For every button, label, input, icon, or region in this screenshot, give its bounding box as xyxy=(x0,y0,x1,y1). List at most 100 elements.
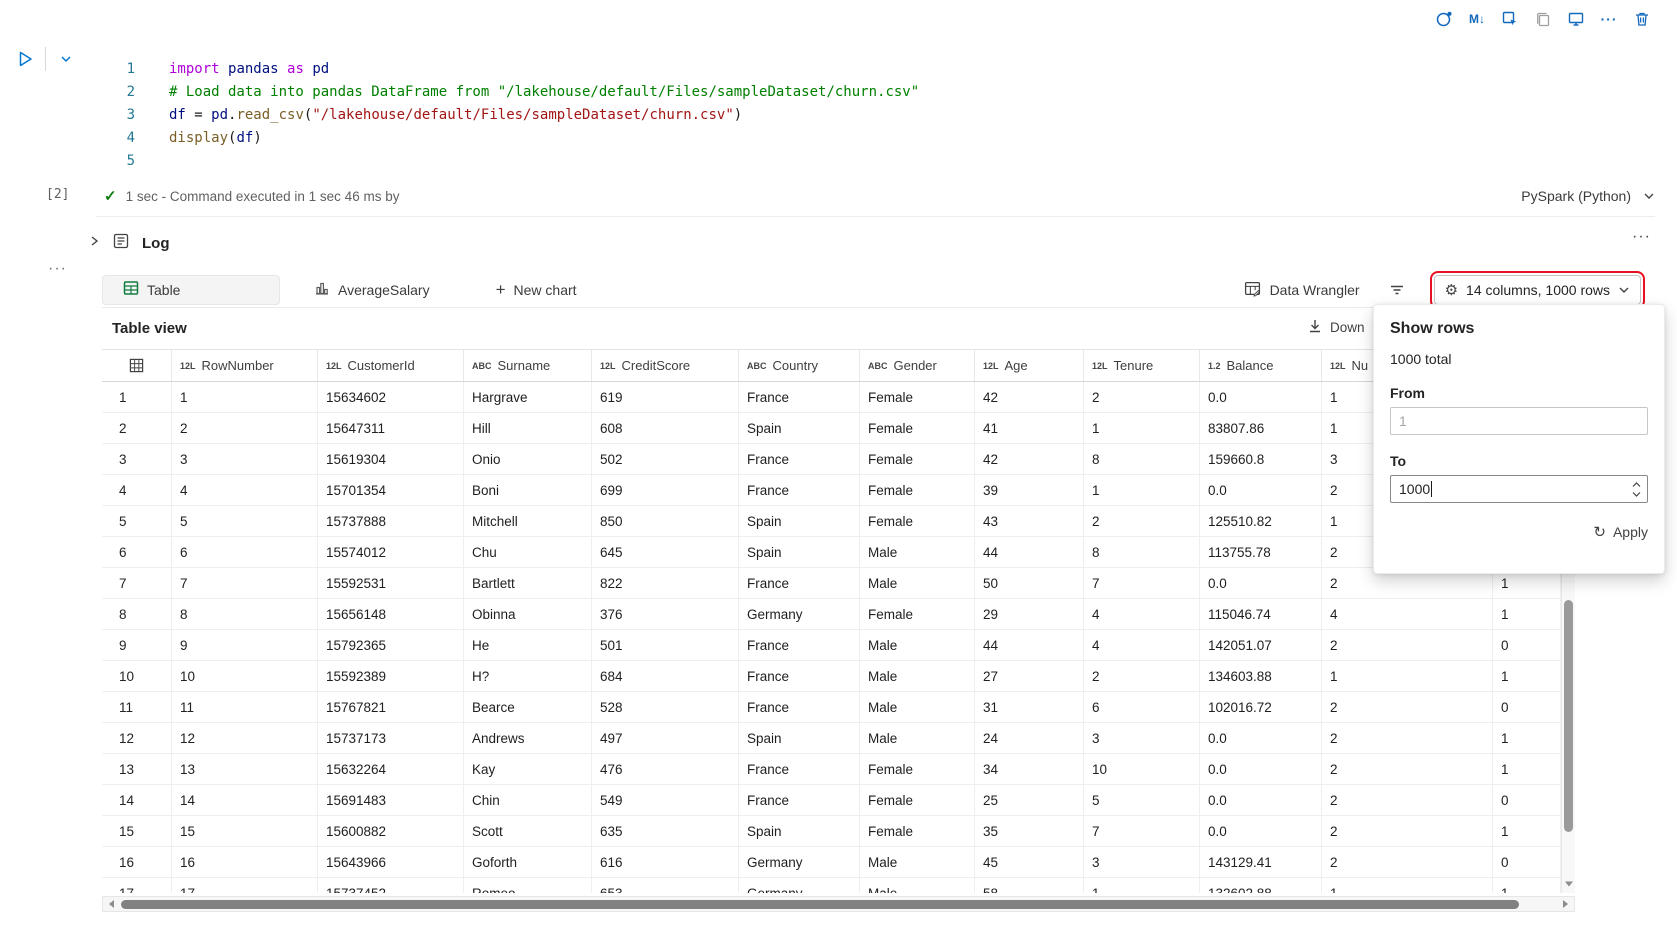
row-index-cell: 13 xyxy=(102,754,172,784)
duplicate-cell-icon[interactable] xyxy=(1528,6,1558,32)
data-cell: Spain xyxy=(739,413,860,443)
grid-icon-header[interactable] xyxy=(102,350,172,381)
column-header-Tenure[interactable]: 12LTenure xyxy=(1084,350,1200,381)
data-cell: Male xyxy=(860,847,975,877)
data-cell: Male xyxy=(860,878,975,893)
expand-chevron-icon[interactable] xyxy=(88,234,100,252)
column-name: Surname xyxy=(498,358,551,373)
horizontal-scrollbar[interactable] xyxy=(102,896,1575,912)
data-cell: Female xyxy=(860,475,975,505)
from-input[interactable] xyxy=(1390,407,1648,435)
data-cell: 1 xyxy=(1493,754,1561,784)
data-cell: 1 xyxy=(1084,475,1200,505)
from-label: From xyxy=(1390,385,1648,401)
row-index-cell: 16 xyxy=(102,847,172,877)
data-cell: France xyxy=(739,754,860,784)
column-header-RowNumber[interactable]: 12LRowNumber xyxy=(172,350,318,381)
tab-table[interactable]: Table xyxy=(102,275,280,305)
vertical-scrollbar-thumb[interactable] xyxy=(1564,600,1573,832)
code-line[interactable]: 1import pandas as pd xyxy=(0,58,1637,81)
kernel-selector[interactable]: PySpark (Python) xyxy=(1521,183,1655,209)
kernel-label: PySpark (Python) xyxy=(1521,188,1631,204)
cell-more-icon[interactable]: ··· xyxy=(48,260,67,278)
apply-button[interactable]: ↻ Apply xyxy=(1593,523,1648,541)
row-index-cell: 2 xyxy=(102,413,172,443)
data-cell: 27 xyxy=(975,661,1084,691)
column-header-Gender[interactable]: ABCGender xyxy=(860,350,975,381)
data-cell: 15767821 xyxy=(318,692,464,722)
data-cell: 15737888 xyxy=(318,506,464,536)
data-cell: 616 xyxy=(592,847,739,877)
log-section-header[interactable]: Log xyxy=(88,226,170,260)
data-cell: Germany xyxy=(739,878,860,893)
column-header-Country[interactable]: ABCCountry xyxy=(739,350,860,381)
data-cell: Female xyxy=(860,785,975,815)
success-check-icon: ✓ xyxy=(104,187,117,205)
column-type-badge: ABC xyxy=(747,361,767,371)
data-cell: 17 xyxy=(172,878,318,893)
scroll-down-arrow[interactable] xyxy=(1562,877,1575,891)
data-cell: 1 xyxy=(1322,878,1493,893)
text-caret xyxy=(1431,481,1432,497)
columns-rows-settings-button[interactable]: ⚙ 14 columns, 1000 rows xyxy=(1434,275,1641,305)
data-cell: 12 xyxy=(172,723,318,753)
data-cell: 2 xyxy=(1084,506,1200,536)
to-input[interactable]: 1000 xyxy=(1390,475,1648,503)
data-cell: 2 xyxy=(1322,630,1493,660)
column-header-CustomerId[interactable]: 12LCustomerId xyxy=(318,350,464,381)
delete-cell-icon[interactable] xyxy=(1627,6,1657,32)
code-line[interactable]: 3df = pd.read_csv("/lakehouse/default/Fi… xyxy=(0,104,1637,127)
data-cell: 4 xyxy=(172,475,318,505)
data-cell: Hill xyxy=(464,413,592,443)
copilot-icon[interactable] xyxy=(1429,6,1459,32)
data-cell: 2 xyxy=(1322,847,1493,877)
row-index-cell: 5 xyxy=(102,506,172,536)
column-name: RowNumber xyxy=(202,358,274,373)
gear-icon: ⚙ xyxy=(1445,281,1458,299)
data-cell: Female xyxy=(860,444,975,474)
data-cell: 11 xyxy=(172,692,318,722)
code-text: import pandas as pd xyxy=(135,58,329,81)
data-cell: France xyxy=(739,785,860,815)
data-cell: 0.0 xyxy=(1200,754,1322,784)
monitor-icon[interactable] xyxy=(1561,6,1591,32)
data-cell: 1 xyxy=(1493,599,1561,629)
data-cell: 41 xyxy=(975,413,1084,443)
data-cell: France xyxy=(739,692,860,722)
filter-icon[interactable] xyxy=(1382,277,1412,303)
code-line[interactable]: 5 xyxy=(0,150,1637,173)
scroll-right-arrow[interactable] xyxy=(1558,897,1574,911)
data-cell: 15737452 xyxy=(318,878,464,893)
code-editor[interactable]: 1import pandas as pd2# Load data into pa… xyxy=(0,58,1637,173)
table-row: 161615643966Goforth616GermanyMale4531431… xyxy=(102,847,1561,878)
to-input-value: 1000 xyxy=(1399,481,1430,497)
data-cell: 2 xyxy=(1322,816,1493,846)
tab-label: AverageSalary xyxy=(338,282,430,298)
move-cell-icon[interactable] xyxy=(1495,6,1525,32)
show-rows-popup: Show rows 1000 total From To 1000 ↻ Appl… xyxy=(1373,304,1665,574)
column-header-Balance[interactable]: 1.2Balance xyxy=(1200,350,1322,381)
tab-averagesalary[interactable]: AverageSalary xyxy=(294,275,446,305)
column-header-Surname[interactable]: ABCSurname xyxy=(464,350,592,381)
data-cell: 528 xyxy=(592,692,739,722)
data-cell: 684 xyxy=(592,661,739,691)
number-stepper[interactable] xyxy=(1631,479,1642,503)
download-button[interactable]: Down xyxy=(1307,318,1365,337)
data-wrangler-button[interactable]: Data Wrangler xyxy=(1244,280,1360,300)
data-cell: Boni xyxy=(464,475,592,505)
more-commands-icon[interactable]: ··· xyxy=(1594,6,1624,32)
chevron-down-icon xyxy=(1618,284,1630,296)
horizontal-scrollbar-thumb[interactable] xyxy=(121,900,1519,909)
convert-to-markdown-icon[interactable]: M↓ xyxy=(1462,6,1492,32)
code-line[interactable]: 4display(df) xyxy=(0,127,1637,150)
data-cell: 102016.72 xyxy=(1200,692,1322,722)
table-row: 2215647311Hill608SpainFemale41183807.861 xyxy=(102,413,1561,444)
data-cell: 4 xyxy=(1084,599,1200,629)
log-more-icon[interactable]: ··· xyxy=(1632,228,1651,246)
data-cell: Female xyxy=(860,413,975,443)
column-header-CreditScore[interactable]: 12LCreditScore xyxy=(592,350,739,381)
column-header-Age[interactable]: 12LAge xyxy=(975,350,1084,381)
code-line[interactable]: 2# Load data into pandas DataFrame from … xyxy=(0,81,1637,104)
scroll-left-arrow[interactable] xyxy=(103,897,119,911)
new-chart-button[interactable]: + New chart xyxy=(496,280,577,300)
